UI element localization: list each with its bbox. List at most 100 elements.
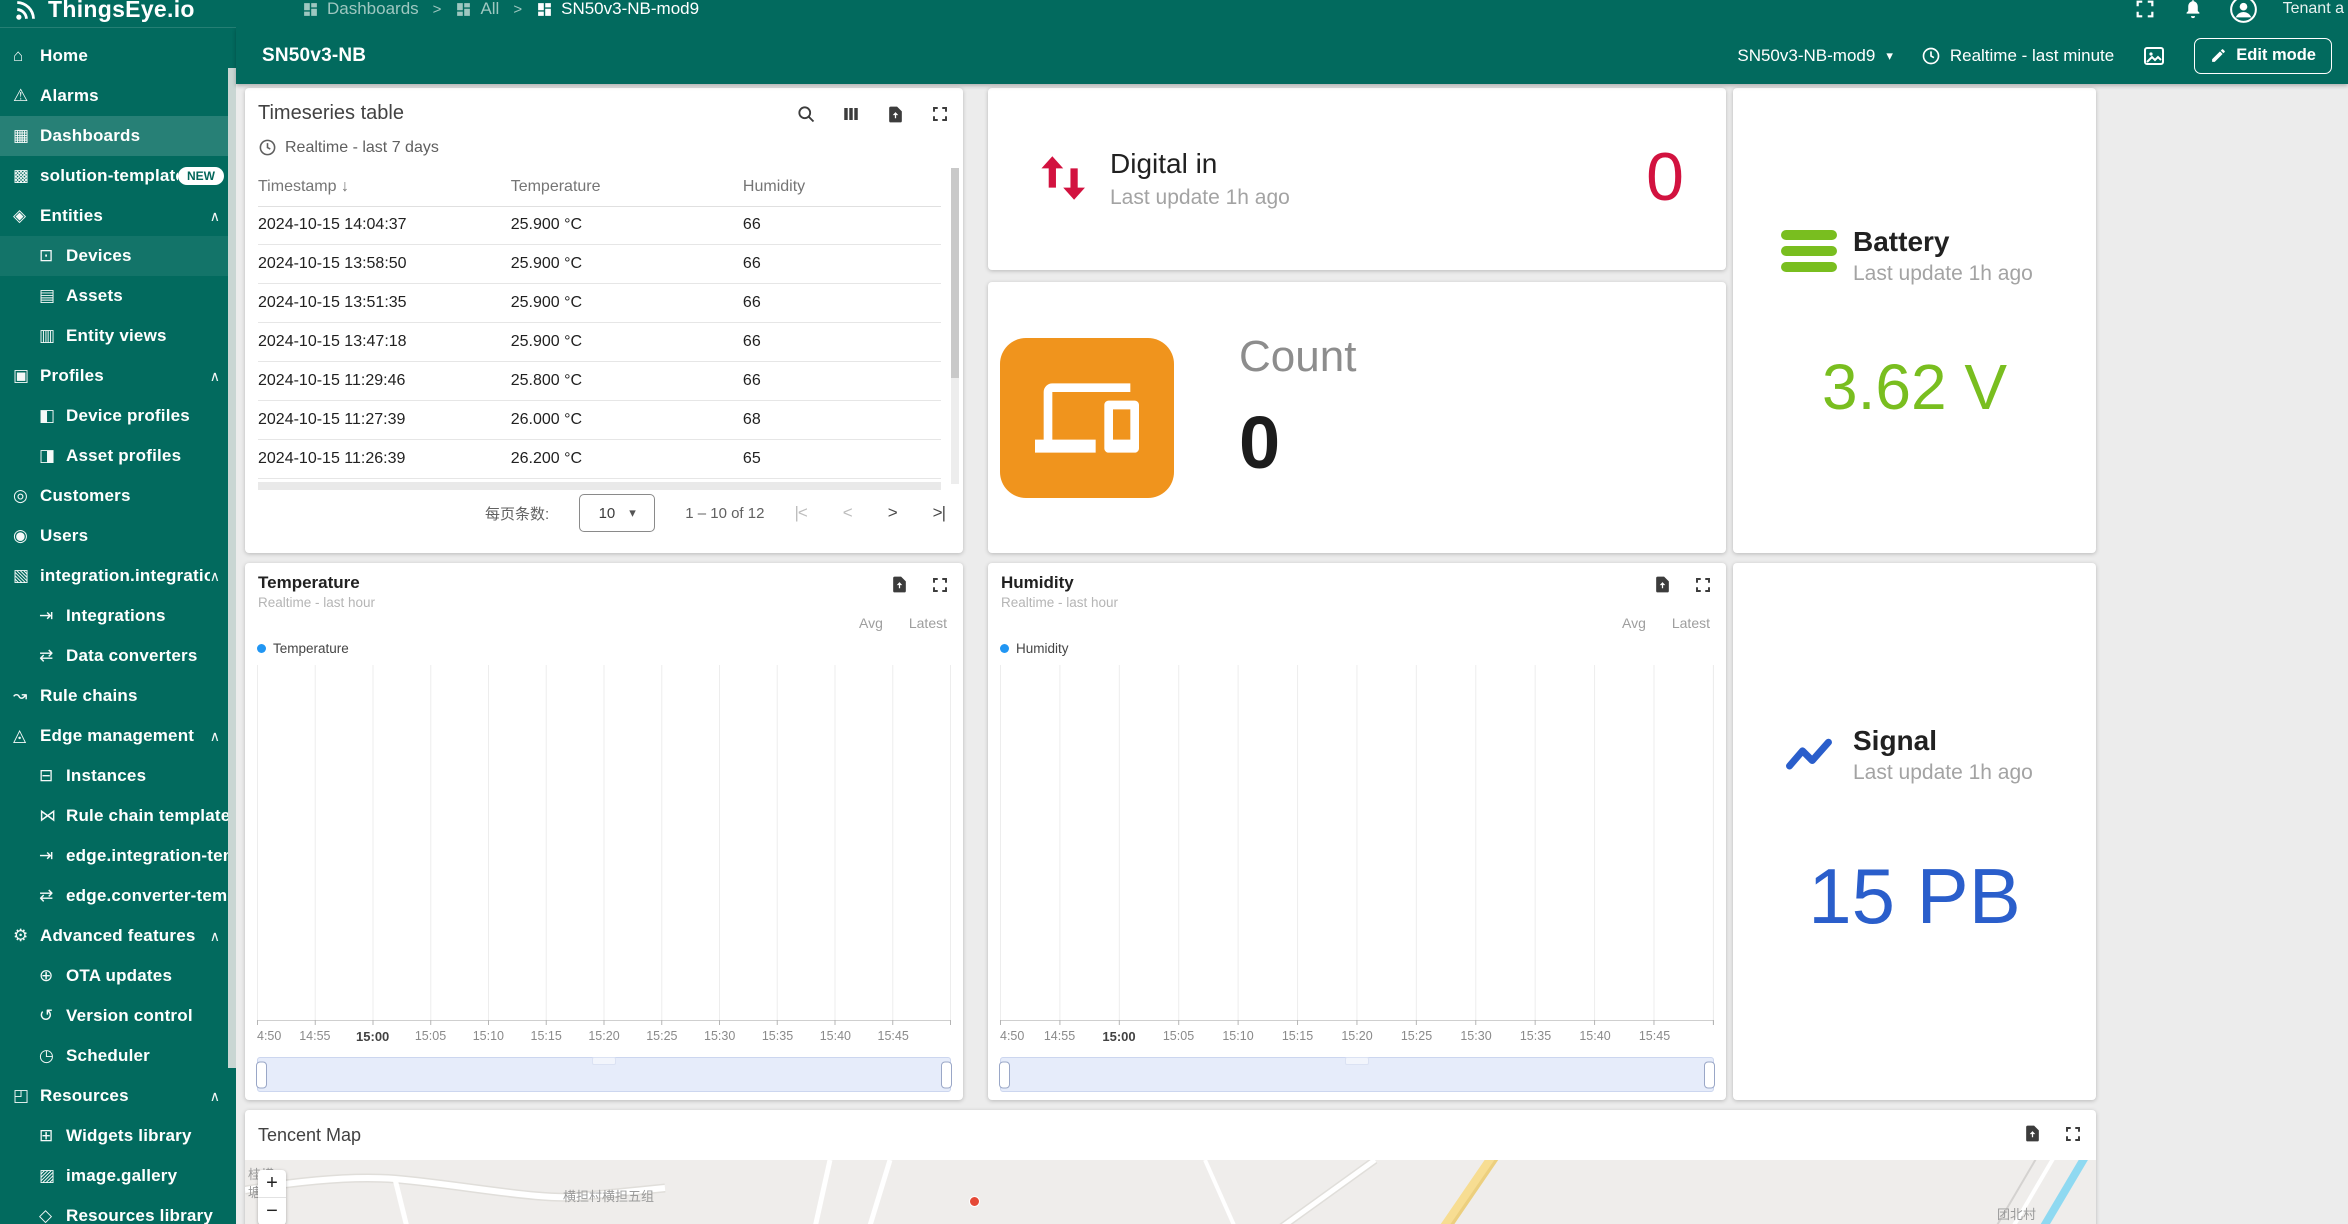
column-header-timestamp[interactable]: Timestamp ↓ bbox=[258, 178, 511, 196]
map-marker[interactable] bbox=[969, 1196, 980, 1207]
breadcrumb-item[interactable]: All bbox=[455, 0, 499, 19]
export-icon[interactable] bbox=[1653, 575, 1672, 594]
legend-col-avg[interactable]: Avg bbox=[859, 615, 883, 631]
zoom-in-button[interactable]: + bbox=[258, 1170, 286, 1198]
sidebar-item-alarms[interactable]: ⚠Alarms bbox=[0, 76, 236, 116]
expand-icon[interactable] bbox=[2064, 1125, 2082, 1143]
zoom-out-button[interactable]: − bbox=[258, 1198, 286, 1224]
sidebar-item-integration-integrations[interactable]: ▧integration.integrations…∧ bbox=[0, 556, 236, 596]
sidebar-item-entities[interactable]: ◈Entities∧ bbox=[0, 196, 236, 236]
solution-template-sol--icon: ▩ bbox=[13, 166, 40, 186]
export-icon[interactable] bbox=[886, 105, 905, 124]
expand-icon[interactable] bbox=[931, 105, 949, 123]
timewindow-button[interactable]: Realtime - last minute bbox=[1921, 46, 2114, 66]
sidebar-item-customers[interactable]: ◎Customers bbox=[0, 476, 236, 516]
expand-icon[interactable] bbox=[931, 576, 949, 594]
columns-icon[interactable] bbox=[842, 105, 860, 123]
import-export-arrows-icon bbox=[1033, 148, 1091, 208]
edit-mode-button[interactable]: Edit mode bbox=[2194, 38, 2332, 74]
sidebar-item-resources-library[interactable]: ◇Resources library bbox=[0, 1196, 236, 1224]
notifications-bell-icon[interactable] bbox=[2182, 0, 2204, 20]
column-header-temperature[interactable]: Temperature bbox=[511, 178, 743, 196]
sidebar-item-resources[interactable]: ◰Resources∧ bbox=[0, 1076, 236, 1116]
range-selector[interactable] bbox=[257, 1057, 951, 1092]
sidebar-item-device-profiles[interactable]: ◧Device profiles bbox=[0, 396, 236, 436]
sidebar-item-widgets-library[interactable]: ⊞Widgets library bbox=[0, 1116, 236, 1156]
legend-col-latest[interactable]: Latest bbox=[909, 615, 947, 631]
export-icon[interactable] bbox=[890, 575, 909, 594]
range-selector[interactable] bbox=[1000, 1057, 1714, 1092]
table-vertical-scrollbar[interactable] bbox=[951, 168, 959, 484]
table-horizontal-scrollbar[interactable] bbox=[258, 482, 941, 490]
sidebar-item-devices[interactable]: ⊡Devices bbox=[0, 236, 236, 276]
chevron-up-icon: ∧ bbox=[210, 368, 220, 385]
expand-icon[interactable] bbox=[1694, 576, 1712, 594]
image-icon[interactable] bbox=[2142, 44, 2166, 68]
last-update-label: Last update 1h ago bbox=[1853, 761, 2033, 785]
battery-value: 3.62 V bbox=[1733, 350, 2096, 424]
search-icon[interactable] bbox=[796, 104, 816, 124]
device-profiles-icon: ◧ bbox=[39, 406, 66, 426]
legend-col-avg[interactable]: Avg bbox=[1622, 615, 1646, 631]
table-row[interactable]: 2024-10-15 13:58:5025.900 °C66 bbox=[258, 245, 941, 284]
range-handle-right[interactable] bbox=[941, 1061, 952, 1088]
range-handle-left[interactable] bbox=[256, 1061, 267, 1088]
last-page-button[interactable]: >| bbox=[933, 503, 945, 523]
table-row[interactable]: 2024-10-15 14:04:3725.900 °C66 bbox=[258, 206, 941, 245]
table-row[interactable]: 2024-10-15 11:29:4625.800 °C66 bbox=[258, 362, 941, 401]
first-page-button[interactable]: |< bbox=[794, 503, 806, 523]
sidebar-item-solution-template-sol[interactable]: ▩solution-template.sol…NEW bbox=[0, 156, 236, 196]
x-tick-label: 15:10 bbox=[1222, 1029, 1253, 1043]
per-page-select[interactable]: 10 ▾ bbox=[579, 494, 655, 532]
sidebar-item-image-gallery[interactable]: ▨image.gallery bbox=[0, 1156, 236, 1196]
rule-chain-templates-icon: ⋈ bbox=[39, 806, 66, 826]
last-update-label: Last update 1h ago bbox=[1110, 186, 1290, 210]
table-row[interactable]: 2024-10-15 11:27:3926.000 °C68 bbox=[258, 401, 941, 440]
map-canvas[interactable]: 横担村横担五组 团北村 桂横 塘组 + − bbox=[245, 1160, 2096, 1224]
sidebar-item-asset-profiles[interactable]: ◨Asset profiles bbox=[0, 436, 236, 476]
range-handle-left[interactable] bbox=[999, 1061, 1010, 1088]
sidebar-item-scheduler[interactable]: ◷Scheduler bbox=[0, 1036, 236, 1076]
sidebar-nav: ⌂Home⚠Alarms▦Dashboards▩solution-templat… bbox=[0, 28, 236, 1224]
sidebar-item-version-control[interactable]: ↺Version control bbox=[0, 996, 236, 1036]
sidebar-item-entity-views[interactable]: ▥Entity views bbox=[0, 316, 236, 356]
entity-selector[interactable]: SN50v3-NB-mod9▾ bbox=[1737, 46, 1892, 66]
sidebar-item-home[interactable]: ⌂Home bbox=[0, 36, 236, 76]
sidebar-item-rule-chains[interactable]: ↝Rule chains bbox=[0, 676, 236, 716]
sidebar-item-users[interactable]: ◉Users bbox=[0, 516, 236, 556]
table-row[interactable]: 2024-10-15 11:26:3926.200 °C65 bbox=[258, 440, 941, 479]
sidebar-item-integrations[interactable]: ⇥Integrations bbox=[0, 596, 236, 636]
sidebar-item-assets[interactable]: ▤Assets bbox=[0, 276, 236, 316]
sidebar-scrollbar[interactable] bbox=[228, 68, 236, 1068]
export-icon[interactable] bbox=[2023, 1124, 2042, 1143]
breadcrumb-item[interactable]: Dashboards bbox=[302, 0, 419, 19]
next-page-button[interactable]: > bbox=[888, 503, 897, 523]
legend-item[interactable]: Temperature bbox=[257, 641, 349, 656]
sidebar-item-edge-converter-templat[interactable]: ⇄edge.converter-templat… bbox=[0, 876, 236, 916]
sidebar-item-edge-management[interactable]: ◬Edge management∧ bbox=[0, 716, 236, 756]
range-handle-right[interactable] bbox=[1704, 1061, 1715, 1088]
legend-col-latest[interactable]: Latest bbox=[1672, 615, 1710, 631]
x-axis-labels: 4:5014:5515:0015:0515:1015:1515:2015:251… bbox=[1000, 1029, 1714, 1047]
sidebar-item-ota-updates[interactable]: ⊕OTA updates bbox=[0, 956, 236, 996]
sidebar-item-rule-chain-templates[interactable]: ⋈Rule chain templates bbox=[0, 796, 236, 836]
x-tick-label: 15:25 bbox=[1401, 1029, 1432, 1043]
table-row[interactable]: 2024-10-15 13:47:1825.900 °C66 bbox=[258, 323, 941, 362]
prev-page-button[interactable]: < bbox=[843, 503, 852, 523]
sidebar-item-profiles[interactable]: ▣Profiles∧ bbox=[0, 356, 236, 396]
app-logo[interactable]: ThingsEye.io bbox=[0, 0, 236, 23]
table-timewindow[interactable]: Realtime - last 7 days bbox=[258, 138, 439, 157]
avatar[interactable] bbox=[2230, 0, 2257, 23]
column-header-humidity[interactable]: Humidity bbox=[743, 178, 941, 196]
breadcrumb-item[interactable]: SN50v3-NB-mod9 bbox=[536, 0, 699, 19]
sidebar-item-advanced-features[interactable]: ⚙Advanced features∧ bbox=[0, 916, 236, 956]
chevron-up-icon: ∧ bbox=[210, 728, 220, 745]
legend-item[interactable]: Humidity bbox=[1000, 641, 1069, 656]
sidebar-item-instances[interactable]: ⊟Instances bbox=[0, 756, 236, 796]
widget-title: Digital in bbox=[1110, 148, 1217, 180]
sidebar-item-dashboards[interactable]: ▦Dashboards bbox=[0, 116, 236, 156]
sidebar-item-data-converters[interactable]: ⇄Data converters bbox=[0, 636, 236, 676]
table-row[interactable]: 2024-10-15 13:51:3525.900 °C66 bbox=[258, 284, 941, 323]
sidebar-item-edge-integration-templ[interactable]: ⇥edge.integration-templ… bbox=[0, 836, 236, 876]
fullscreen-icon[interactable] bbox=[2134, 0, 2156, 20]
